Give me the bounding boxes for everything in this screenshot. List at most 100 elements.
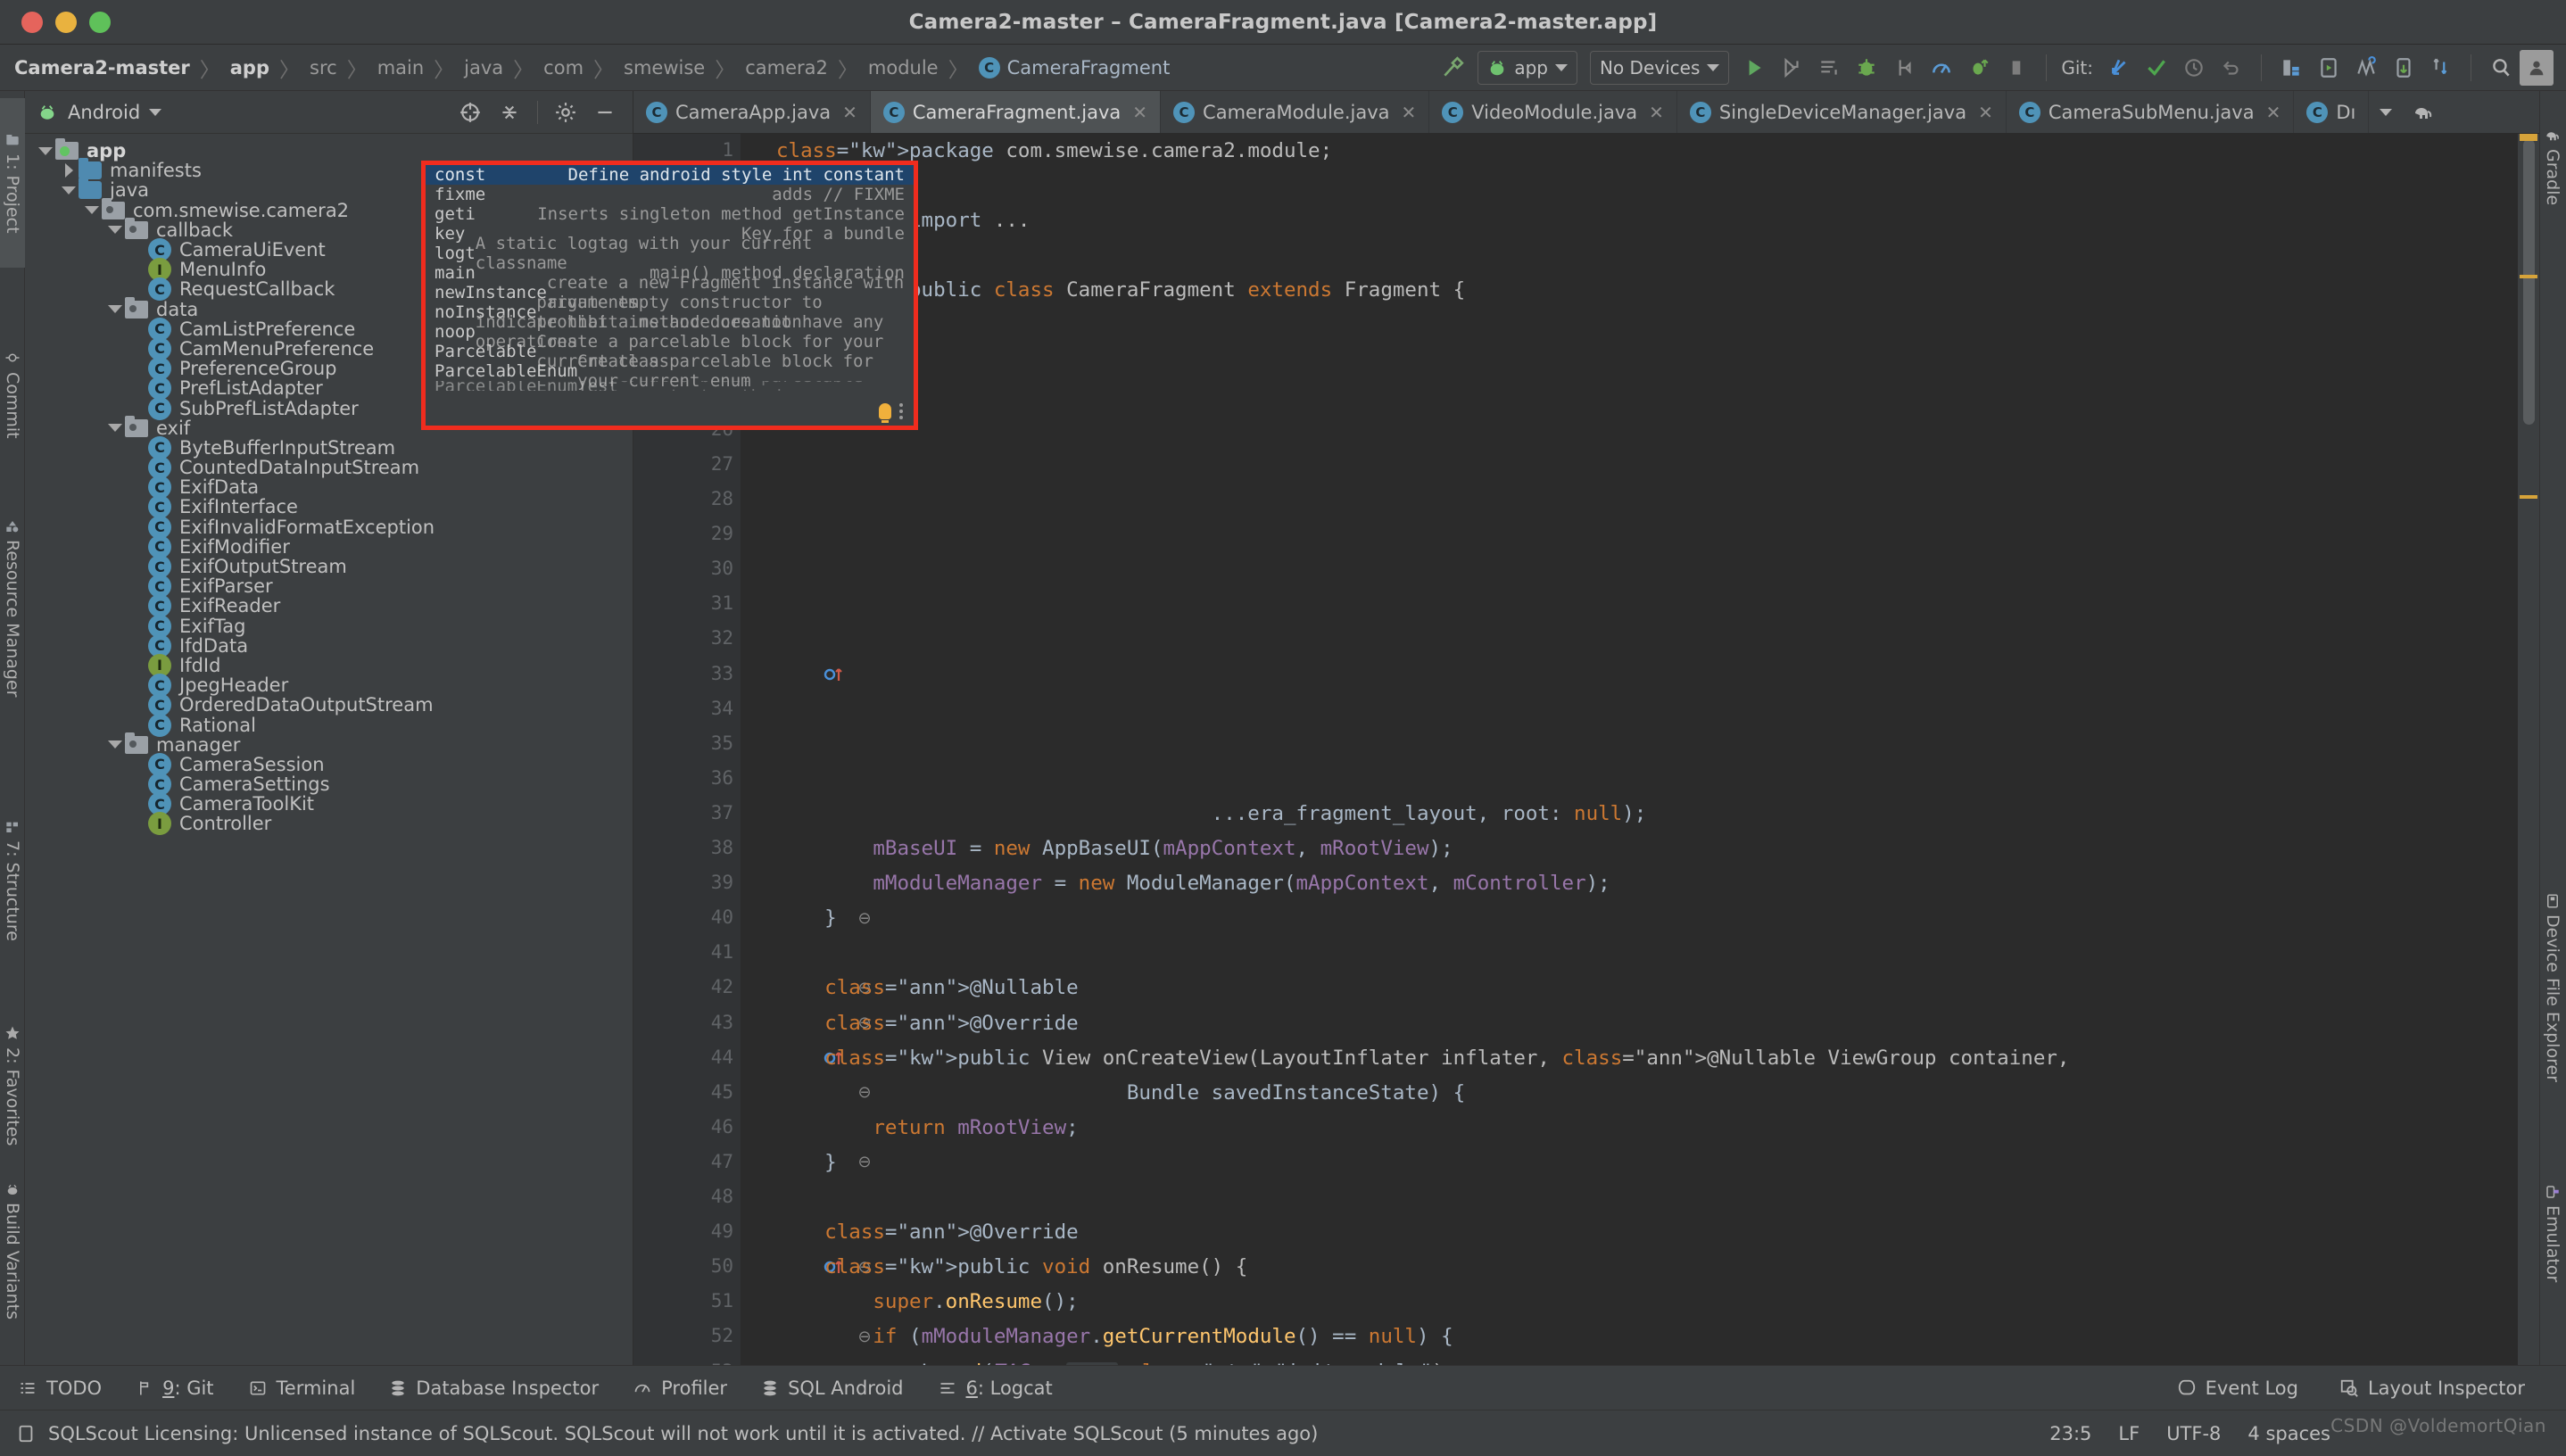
code-line[interactable]: } <box>776 906 837 930</box>
editor-tabs-overflow[interactable] <box>2369 91 2446 133</box>
editor-tab-singledevicemanager-java[interactable]: C SingleDeviceManager.java ✕ <box>1677 91 2007 133</box>
code-line[interactable]: class="ann">@Override <box>776 1012 1078 1035</box>
completion-list[interactable]: const Define android style int constant fi… <box>426 165 914 426</box>
bottom-tool-button-profiler[interactable]: Profiler <box>633 1377 727 1399</box>
chevron-down-icon[interactable] <box>82 206 102 215</box>
chevron-down-icon[interactable] <box>105 226 125 235</box>
code-line[interactable]: if (mModuleManager.getCurrentModule() ==… <box>776 1325 1453 1348</box>
tree-node-ordereddataoutputstream[interactable]: C OrderedDataOutputStream <box>25 693 633 717</box>
tree-node-manager[interactable]: manager <box>25 732 633 756</box>
editor-tab-cameraapp-java[interactable]: C CameraApp.java ✕ <box>633 91 871 133</box>
code-line[interactable]: return mRootView; <box>776 1116 1078 1139</box>
tool-window-button-resource-manager[interactable]: Resource Manager <box>0 475 25 742</box>
tree-node-exifoutputstream[interactable]: C ExifOutputStream <box>25 555 633 579</box>
minimize-icon[interactable] <box>593 101 617 124</box>
gear-icon[interactable] <box>554 101 577 124</box>
code-line[interactable]: class="kw">public View onCreateView(Layo… <box>776 1046 2069 1070</box>
tree-node-exifmodifier[interactable]: C ExifModifier <box>25 534 633 558</box>
run-icon[interactable] <box>1735 50 1773 86</box>
chevron-down-icon[interactable] <box>2380 108 2393 116</box>
close-tab-icon[interactable]: ✕ <box>2266 102 2281 123</box>
device-selector[interactable]: No Devices <box>1589 50 1730 85</box>
breadcrumb-item-camerafragment[interactable]: C CameraFragment <box>977 56 1172 79</box>
chevron-down-icon[interactable] <box>105 740 125 749</box>
tree-node-jpegheader[interactable]: C JpegHeader <box>25 674 633 698</box>
chevron-right-icon[interactable] <box>59 163 79 178</box>
tool-window-button-device-file-explorer[interactable]: Device File Explorer <box>2539 840 2566 1135</box>
tree-node-exifinterface[interactable]: C ExifInterface <box>25 495 633 519</box>
tree-node-rational[interactable]: C Rational <box>25 713 633 737</box>
completion-item-geti[interactable]: geti Inserts singleton method getInstance <box>426 204 914 224</box>
tree-node-controller[interactable]: I Controller <box>25 812 633 836</box>
tree-node-bytebufferinputstream[interactable]: C ByteBufferInputStream <box>25 435 633 459</box>
editor-tab-camerafragment-java[interactable]: C CameraFragment.java ✕ <box>870 91 1162 133</box>
attach-debugger-icon[interactable] <box>1885 50 1923 86</box>
close-tab-icon[interactable]: ✕ <box>1132 102 1147 123</box>
caret-position[interactable]: 23:5 <box>2049 1423 2091 1444</box>
line-separator[interactable]: LF <box>2118 1423 2140 1444</box>
chevron-down-icon[interactable] <box>105 305 125 314</box>
git-commit-icon[interactable] <box>2138 50 2175 86</box>
bottom-tool-button-sql-android[interactable]: SQL Android <box>761 1377 904 1399</box>
bottom-tool-button-database-inspector[interactable]: Database Inspector <box>389 1377 599 1399</box>
build-hammer-icon[interactable] <box>1434 50 1471 86</box>
chevron-down-icon[interactable] <box>105 424 125 433</box>
tree-node-camerasettings[interactable]: C CameraSettings <box>25 773 633 797</box>
chevron-down-icon[interactable] <box>59 186 79 194</box>
tool-window-button-1-project[interactable]: 1: Project <box>0 98 25 268</box>
bottom-tool-button-terminal[interactable]: Terminal <box>248 1377 355 1399</box>
code-line[interactable]: class="kw">package com.smewise.camera2.m… <box>776 139 1332 162</box>
code-line[interactable]: class="ann">@Nullable <box>776 976 1078 999</box>
bottom-tool-buttons[interactable]: TODO 9: Git Terminal Database Inspector Prof… <box>18 1377 1087 1399</box>
tree-node-app[interactable]: app <box>25 138 633 161</box>
code-line[interactable]: mBaseUI = new AppBaseUI(mAppContext, mRo… <box>776 837 1453 860</box>
editor-tab-bar[interactable]: C CameraApp.java ✕ C CameraFragment.java ✕ C Ca… <box>633 91 2539 134</box>
code-line[interactable]: mModuleManager = new ModuleManager(mAppC… <box>776 872 1610 895</box>
marker-warning[interactable] <box>2520 275 2537 278</box>
tool-window-button-2-favorites[interactable]: 2: Favorites <box>0 992 25 1179</box>
avd-icon[interactable] <box>2310 50 2347 86</box>
git-revert-icon[interactable] <box>2213 50 2250 86</box>
breadcrumb-item-smewise[interactable]: smewise <box>622 57 707 79</box>
editor-tab-videomodule-java[interactable]: C VideoModule.java ✕ <box>1429 91 1677 133</box>
device-file-icon[interactable] <box>2385 50 2422 86</box>
breadcrumb-item-java[interactable]: java <box>462 57 505 79</box>
lightbulb-icon[interactable] <box>879 403 891 423</box>
code-completion-popup[interactable]: const Define android style int constant fi… <box>421 161 918 430</box>
completion-item-logt[interactable]: logt A static logtag with your current cl… <box>426 234 914 273</box>
tree-node-camerasession[interactable]: C CameraSession <box>25 752 633 776</box>
breadcrumb-item-com[interactable]: com <box>542 57 585 79</box>
breadcrumb[interactable]: Camera2-master 〉 app 〉 src 〉 main 〉 java 〉 com 〉 sme… <box>12 45 1171 90</box>
tool-window-button-emulator[interactable]: Emulator <box>2539 1144 2566 1322</box>
marker-warning[interactable] <box>2520 495 2537 499</box>
editor-tab-cameramodule-java[interactable]: C CameraModule.java ✕ <box>1161 91 1430 133</box>
breadcrumb-item-src[interactable]: src <box>308 57 339 79</box>
kebab-menu-icon[interactable] <box>899 403 903 419</box>
tree-node-cameratoolkit[interactable]: C CameraToolKit <box>25 792 633 816</box>
code-fold-toggle[interactable]: ⊖ <box>855 908 874 928</box>
chevron-down-icon[interactable] <box>149 108 162 116</box>
tree-node-ifddata[interactable]: C IfdData <box>25 633 633 658</box>
run-with-coverage-icon[interactable] <box>1810 50 1848 86</box>
search-icon[interactable] <box>2482 50 2520 86</box>
completion-item-parcelableenum[interactable]: ParcelableEnum Create a parcelable block … <box>426 352 914 391</box>
breadcrumb-item-module[interactable]: module <box>866 57 940 79</box>
override-gutter-icon[interactable] <box>823 664 846 685</box>
tree-node-exifinvalidformatexception[interactable]: C ExifInvalidFormatException <box>25 515 633 539</box>
bottom-tool-button-9-git[interactable]: 9: Git <box>136 1377 214 1399</box>
close-tab-icon[interactable]: ✕ <box>1978 102 1993 123</box>
layout-icon[interactable] <box>2422 50 2460 86</box>
sdk-manager-icon[interactable] <box>2347 50 2385 86</box>
tree-node-exifdata[interactable]: C ExifData <box>25 476 633 500</box>
collapse-all-icon[interactable] <box>498 101 521 124</box>
code-line[interactable]: } <box>776 1151 837 1174</box>
code-line[interactable]: Bundle savedInstanceState) { <box>776 1081 1465 1104</box>
completion-item-const[interactable]: const Define android style int constant <box>426 165 914 185</box>
git-update-icon[interactable] <box>2100 50 2138 86</box>
chevron-down-icon[interactable] <box>1554 63 1568 71</box>
tree-node-ifdid[interactable]: I IfdId <box>25 653 633 677</box>
code-line[interactable]: class="kw">public void onResume() { <box>776 1255 1247 1278</box>
close-tab-icon[interactable]: ✕ <box>1402 102 1417 123</box>
tree-node-exiftag[interactable]: C ExifTag <box>25 614 633 638</box>
code-editor[interactable]: 1232122232425262728293031323334353637383… <box>633 134 2539 1365</box>
